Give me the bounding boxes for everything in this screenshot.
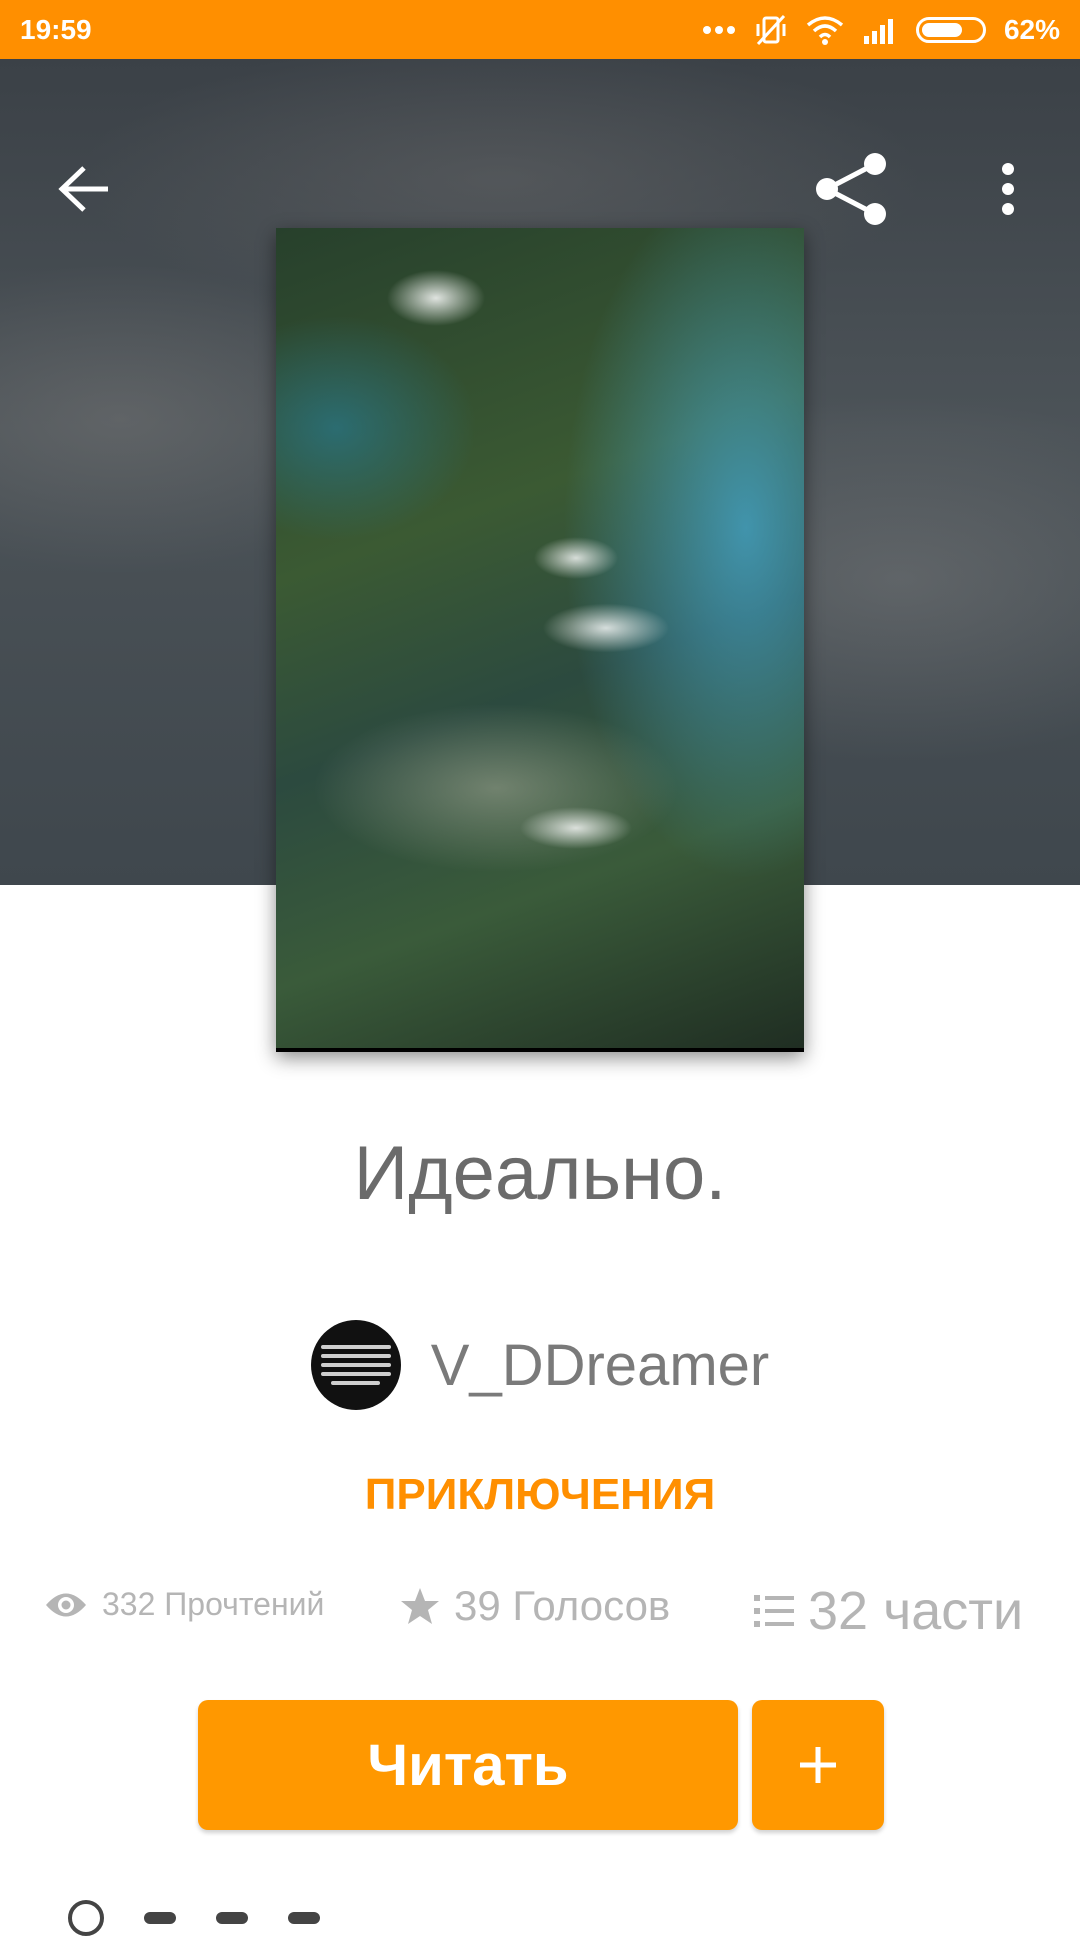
reads-count: 332 Прочтений <box>102 1586 325 1622</box>
share-icon <box>816 153 886 225</box>
arrow-left-icon <box>58 166 108 212</box>
status-icons: 62% <box>702 14 1060 46</box>
eye-icon <box>46 1593 86 1616</box>
battery-icon <box>915 16 986 43</box>
plus-icon <box>800 1747 836 1783</box>
reads-stat: 332 Прочтений <box>44 1586 324 1623</box>
parts-stat[interactable]: 32 части <box>754 1580 1023 1642</box>
author-row[interactable]: V_DDreamer <box>0 1320 1080 1410</box>
avatar[interactable] <box>310 1320 401 1410</box>
add-to-library-button[interactable] <box>752 1700 884 1830</box>
story-title: Идеально. <box>353 1131 727 1216</box>
wifi-icon <box>806 15 844 45</box>
vibrate-off-icon <box>756 14 786 45</box>
status-bar: 19:59 62% <box>0 0 1080 59</box>
battery-fill <box>921 22 962 37</box>
more-dots-icon <box>702 25 735 34</box>
list-icon <box>754 1595 794 1627</box>
back-button[interactable] <box>34 139 134 239</box>
peek-text-fragment <box>144 1912 176 1924</box>
status-time: 19:59 <box>20 13 92 45</box>
battery-percent: 62% <box>1003 13 1060 45</box>
parts-count[interactable]: 32 части <box>808 1580 1023 1642</box>
read-button[interactable]: Читать <box>198 1700 738 1830</box>
peek-text-fragment <box>288 1912 320 1924</box>
votes-stat: 39 Голосов <box>400 1582 670 1630</box>
avatar-graphic <box>320 1340 391 1390</box>
more-vert-icon <box>1002 163 1014 215</box>
share-button[interactable] <box>802 139 902 239</box>
tag-icon <box>68 1900 104 1936</box>
story-cover-image[interactable] <box>276 228 804 1052</box>
description-peek <box>68 1900 320 1936</box>
votes-count: 39 Голосов <box>454 1582 671 1629</box>
star-icon <box>401 1588 439 1624</box>
author-name[interactable]: V_DDreamer <box>431 1332 769 1399</box>
peek-text-fragment <box>216 1912 248 1924</box>
action-buttons: Читать <box>198 1700 884 1830</box>
story-stats: 332 Прочтений 39 Голосов 32 части <box>0 1580 1080 1660</box>
cover-frame <box>276 228 804 1052</box>
more-menu-button[interactable] <box>958 139 1058 239</box>
category-label[interactable]: ПРИКЛЮЧЕНИЯ <box>0 1470 1080 1520</box>
signal-icon <box>863 18 893 44</box>
